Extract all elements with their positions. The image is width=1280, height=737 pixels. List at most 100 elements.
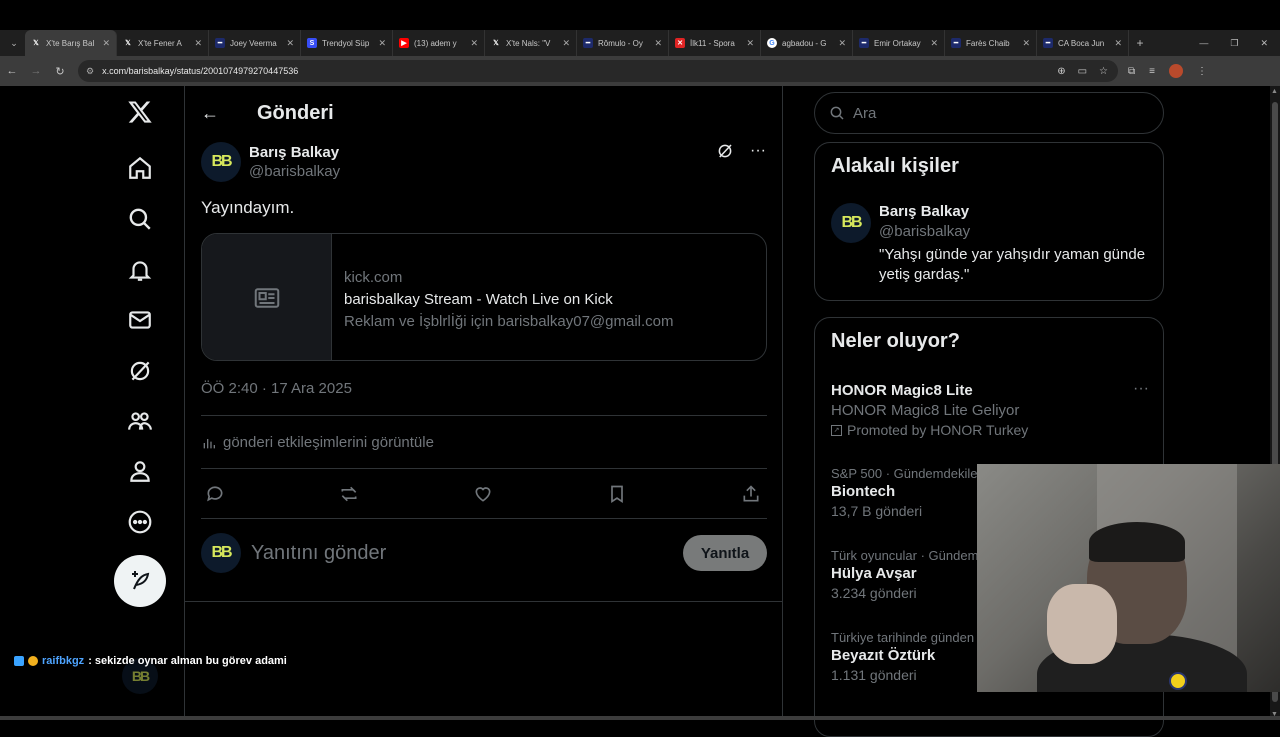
grok-icon[interactable] <box>126 357 154 385</box>
tab-title: X'te Barış Bal <box>46 38 95 48</box>
forward-button-icon[interactable]: → <box>24 65 48 77</box>
browser-tab[interactable]: ━ Emir Ortakay ✕ <box>853 30 945 56</box>
browser-tab[interactable]: ▶ (13) adem y ✕ <box>393 30 485 56</box>
post-author: BB Barış Balkay @barisbalkay <box>201 142 340 182</box>
x-favicon-icon: 𝕏 <box>33 40 39 47</box>
reading-list-icon[interactable]: ≡ <box>1149 66 1155 77</box>
browser-tab[interactable]: 𝕏 X'te Fener A ✕ <box>117 30 209 56</box>
new-tab-button[interactable]: + <box>1129 36 1151 50</box>
tab-search-button[interactable]: ⌄ <box>3 32 25 54</box>
streamer-hand <box>1047 584 1117 664</box>
close-tab-icon[interactable]: ✕ <box>562 38 570 49</box>
link-card[interactable]: kick.com barisbalkay Stream - Watch Live… <box>201 233 767 361</box>
reply-button[interactable]: Yanıtla <box>683 535 767 571</box>
home-icon[interactable] <box>126 154 154 182</box>
extensions-icon[interactable]: ⧉ <box>1128 66 1135 77</box>
article-placeholder-icon <box>202 234 332 360</box>
reply-icon[interactable] <box>201 480 229 508</box>
repost-icon[interactable] <box>335 480 363 508</box>
close-tab-icon[interactable]: ✕ <box>838 38 846 49</box>
communities-icon[interactable] <box>126 407 154 435</box>
promoted-label: ↗ Promoted by HONOR Turkey <box>831 422 1149 438</box>
avatar[interactable]: BB <box>831 203 871 243</box>
compose-post-button[interactable] <box>114 555 166 607</box>
view-engagements-link[interactable]: gönderi etkileşimlerini görüntüle <box>201 434 434 451</box>
trend-item[interactable]: HONOR Magic8 Lite HONOR Magic8 Lite Geli… <box>831 380 1149 438</box>
close-tab-icon[interactable]: ✕ <box>746 38 754 49</box>
browser-tab[interactable]: ━ Joey Veerma ✕ <box>209 30 301 56</box>
author-handle[interactable]: @barisbalkay <box>249 163 340 180</box>
promoted-icon: ↗ <box>831 424 842 436</box>
cast-icon[interactable]: ▭ <box>1078 66 1087 77</box>
close-window-icon[interactable]: ✕ <box>1260 38 1268 49</box>
site-info-icon[interactable]: ⚙ <box>86 66 94 77</box>
reply-input[interactable]: Yanıtını gönder <box>251 542 386 565</box>
panel-title: Neler oluyor? <box>831 330 960 352</box>
browser-tab[interactable]: 𝕏 X'te Barış Bal ✕ <box>25 30 117 56</box>
messages-icon[interactable] <box>126 306 154 334</box>
x-logo-icon[interactable] <box>126 98 154 126</box>
browser-tab[interactable]: ━ CA Boca Jun ✕ <box>1037 30 1129 56</box>
webcam-overlay <box>977 464 1280 692</box>
close-tab-icon[interactable]: ✕ <box>470 38 478 49</box>
browser-tab[interactable]: ━ Farès Chaib ✕ <box>945 30 1037 56</box>
search-icon <box>830 106 844 120</box>
divider <box>201 415 767 416</box>
tab-title: Farès Chaib <box>966 38 1010 48</box>
related-name[interactable]: Barış Balkay <box>879 203 1159 220</box>
related-bio: "Yahşı günde yar yahşıdır yaman günde ye… <box>879 246 1146 283</box>
search-input[interactable]: Ara <box>814 92 1164 134</box>
card-title: barisbalkay Stream - Watch Live on Kick <box>344 291 613 308</box>
bookmark-icon[interactable] <box>603 480 631 508</box>
reload-icon[interactable]: ↻ <box>48 65 72 78</box>
chat-badge-icon <box>14 656 24 666</box>
tab-title: Trendyol Süp <box>322 38 370 48</box>
profile-avatar[interactable] <box>1168 64 1183 78</box>
address-bar[interactable]: ⚙ x.com/barisbalkay/status/2001074979270… <box>78 60 1118 82</box>
close-tab-icon[interactable]: ✕ <box>194 38 202 49</box>
minimize-icon[interactable]: — <box>1199 38 1208 49</box>
close-tab-icon[interactable]: ✕ <box>930 38 938 49</box>
bookmark-star-icon[interactable]: ☆ <box>1099 66 1108 77</box>
top-black-strip <box>0 0 1280 30</box>
scroll-up-icon[interactable]: ▲ <box>1271 88 1278 95</box>
back-arrow-icon[interactable]: ← <box>201 103 221 124</box>
page-title: Gönderi <box>257 101 334 124</box>
bottom-strip <box>0 716 1280 720</box>
browser-tab[interactable]: ━ Rômulo - Oy ✕ <box>577 30 669 56</box>
browser-tab[interactable]: G agbadou - G ✕ <box>761 30 853 56</box>
tab-title: X'te Nals: "V <box>506 38 551 48</box>
tab-title: agbadou - G <box>782 38 827 48</box>
search-icon[interactable] <box>126 205 154 233</box>
notifications-icon[interactable] <box>126 256 154 284</box>
close-tab-icon[interactable]: ✕ <box>654 38 662 49</box>
browser-tab-bar: ⌄ 𝕏 X'te Barış Bal ✕ 𝕏 X'te Fener A ✕ ━ … <box>0 30 1280 56</box>
profile-icon[interactable] <box>126 457 154 485</box>
close-tab-icon[interactable]: ✕ <box>1114 38 1122 49</box>
google-favicon-icon: G <box>767 38 777 48</box>
close-tab-icon[interactable]: ✕ <box>102 38 110 49</box>
share-icon[interactable] <box>737 480 765 508</box>
avatar[interactable]: BB <box>201 142 241 182</box>
restore-icon[interactable]: ❐ <box>1230 38 1238 49</box>
browser-tab[interactable]: 𝕏 X'te Nals: "V ✕ <box>485 30 577 56</box>
browser-tab[interactable]: S Trendyol Süp ✕ <box>301 30 393 56</box>
more-icon[interactable] <box>126 508 154 536</box>
back-button-icon[interactable]: ← <box>0 65 24 77</box>
close-tab-icon[interactable]: ✕ <box>1022 38 1030 49</box>
post-timestamp[interactable]: ÖÖ 2:40 · 17 Ara 2025 <box>201 380 352 397</box>
chat-username: raifbkgz <box>42 655 85 667</box>
tab-title: İlk11 - Spora <box>690 38 735 48</box>
related-person[interactable]: BB Barış Balkay @barisbalkay "Yahşı günd… <box>831 203 1159 285</box>
more-options-icon[interactable]: ··· <box>1133 380 1149 398</box>
grok-icon[interactable] <box>716 142 734 160</box>
close-tab-icon[interactable]: ✕ <box>378 38 386 49</box>
author-name[interactable]: Barış Balkay <box>249 144 340 161</box>
engagements-label: gönderi etkileşimlerini görüntüle <box>223 434 434 451</box>
more-options-icon[interactable]: ··· <box>750 142 766 160</box>
close-tab-icon[interactable]: ✕ <box>286 38 294 49</box>
like-heart-icon[interactable] <box>469 480 497 508</box>
zoom-icon[interactable]: ⊕ <box>1057 66 1065 77</box>
browser-tab[interactable]: ✕ İlk11 - Spora ✕ <box>669 30 761 56</box>
menu-kebab-icon[interactable]: ⋮ <box>1197 66 1207 77</box>
